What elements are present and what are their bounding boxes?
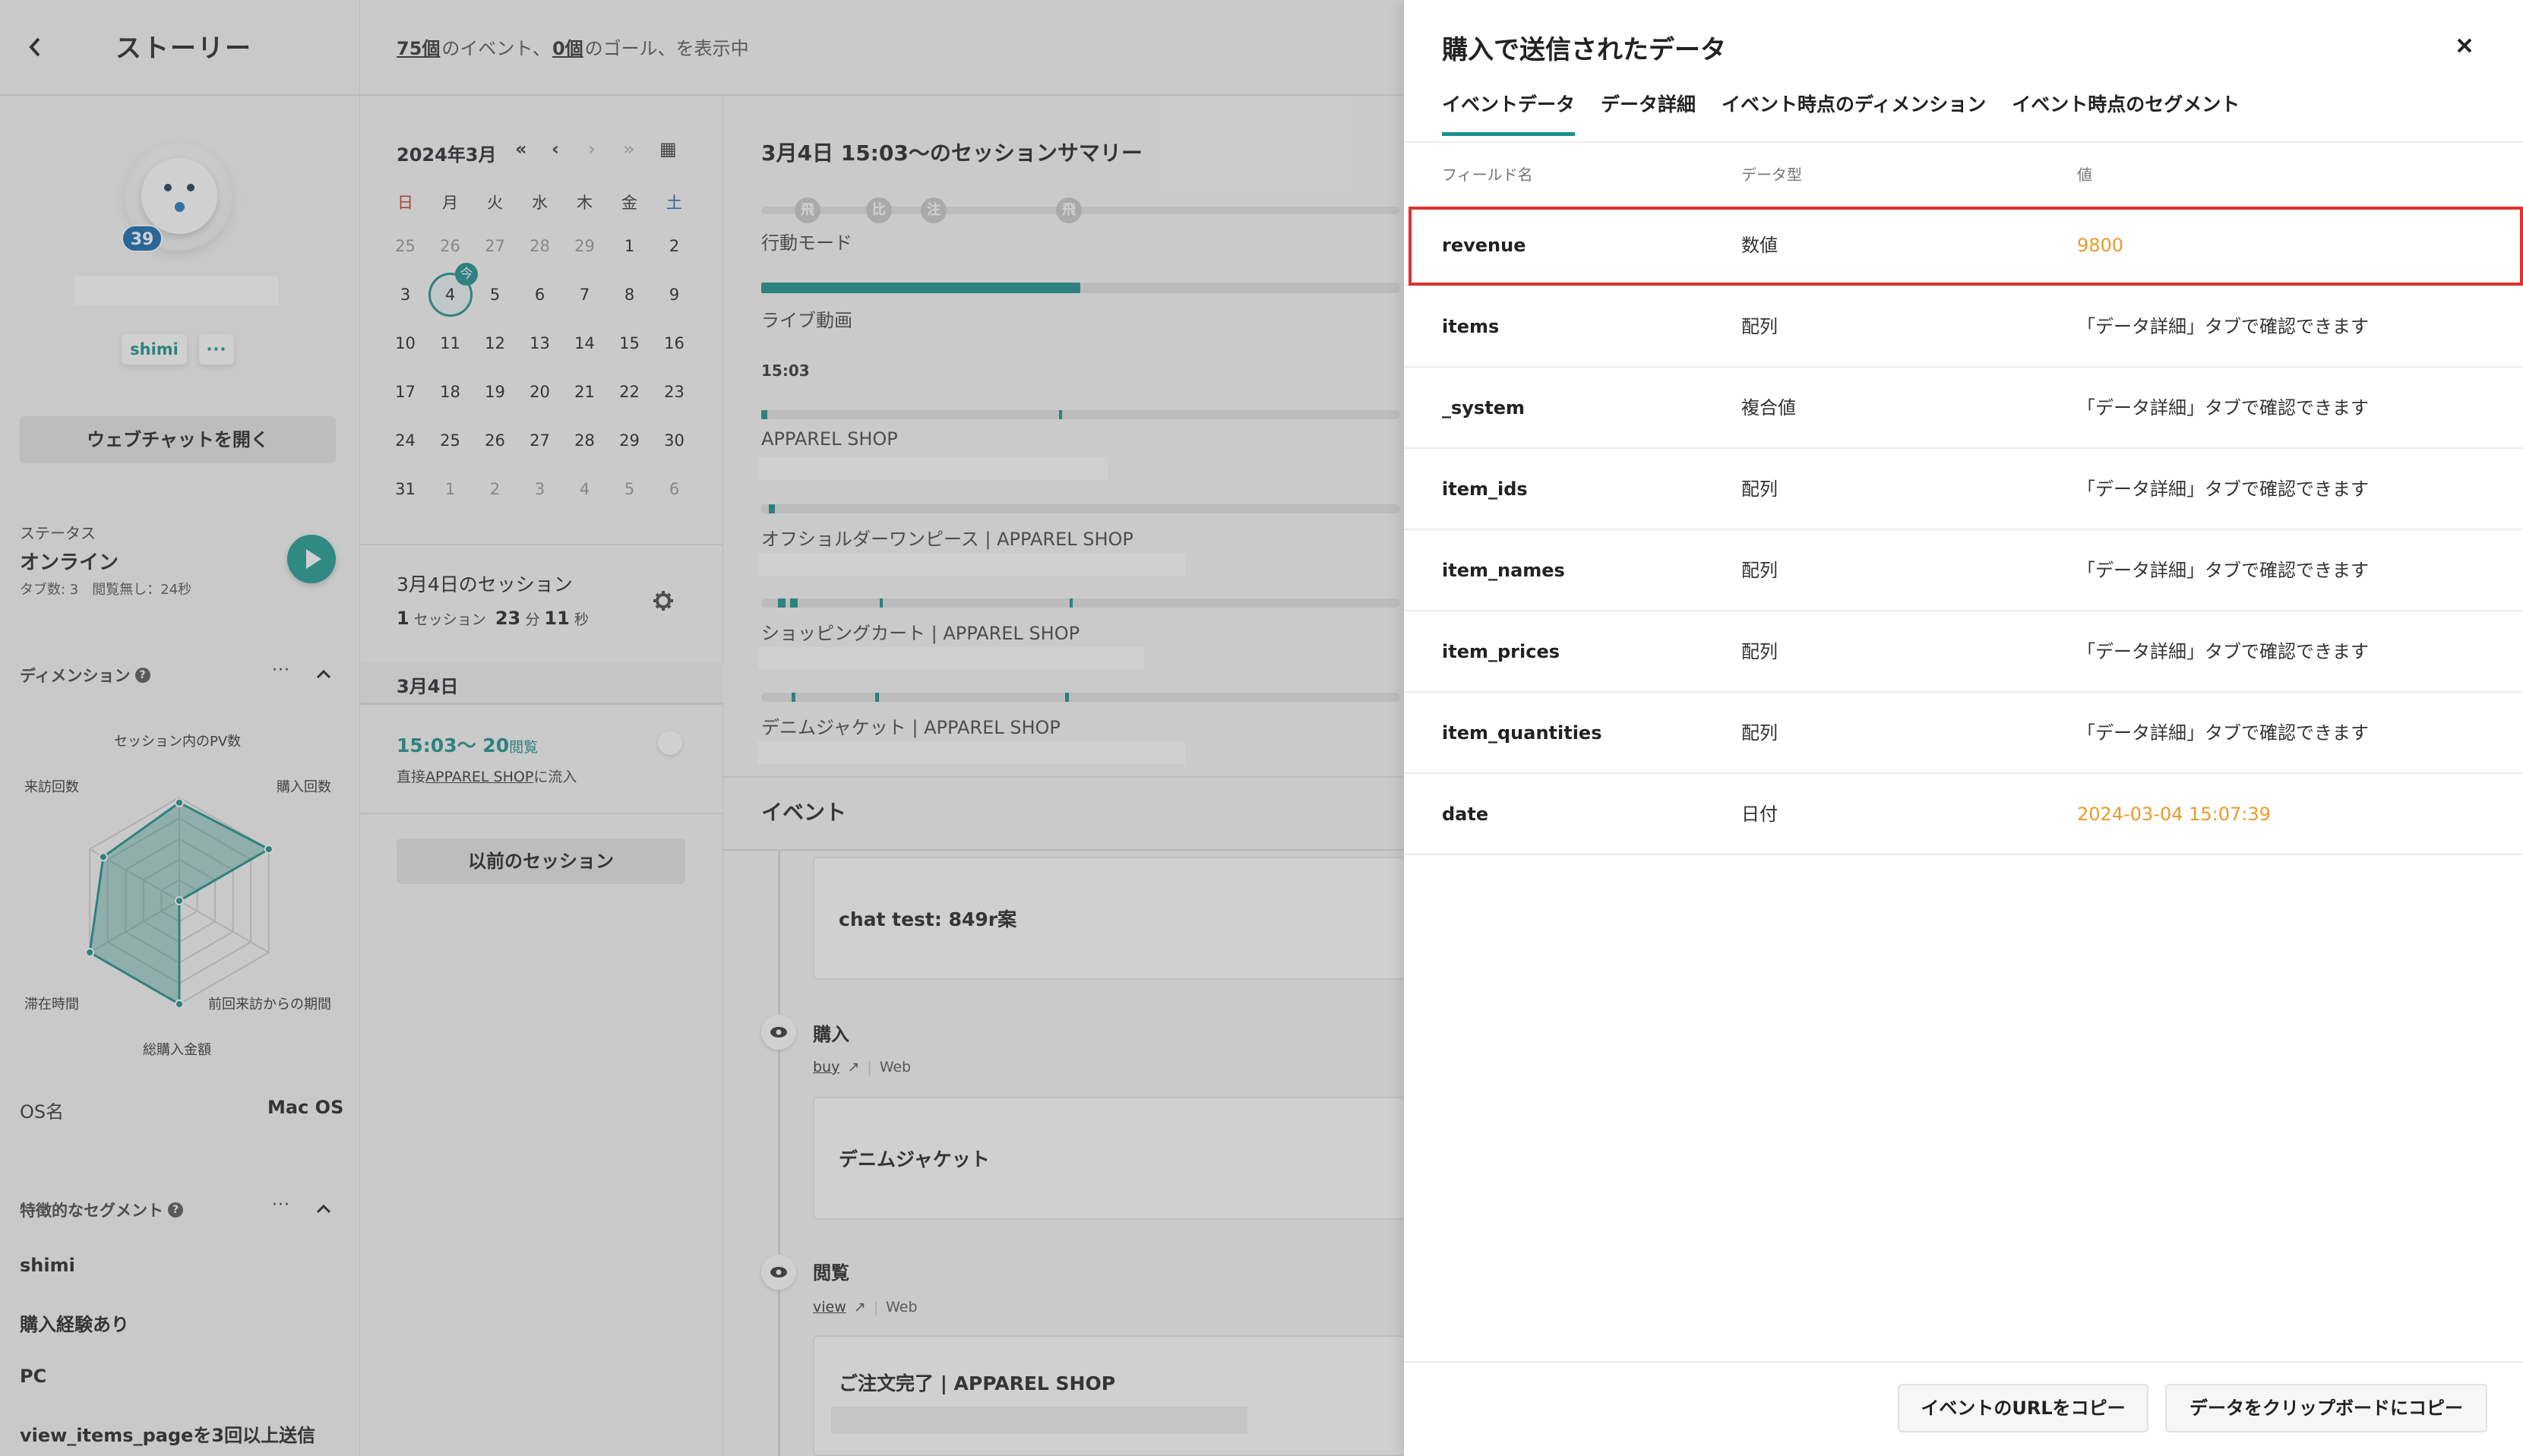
tabs-divider — [1404, 141, 2523, 143]
table-row: _system 複合値 「データ詳細」タブで確認できます — [1404, 368, 2523, 449]
field-type: 配列 — [1741, 316, 1778, 337]
panel-title: 購入で送信されたデータ — [1442, 35, 1726, 65]
highlight-box — [1409, 207, 2523, 286]
field-name: item_prices — [1442, 641, 1560, 662]
table-row: item_ids 配列 「データ詳細」タブで確認できます — [1404, 449, 2523, 530]
column-header-type: データ型 — [1741, 166, 1802, 184]
table-row: item_prices 配列 「データ詳細」タブで確認できます — [1404, 611, 2523, 693]
field-name: _system — [1442, 397, 1525, 418]
field-name: date — [1442, 804, 1489, 825]
field-type: 日付 — [1741, 804, 1778, 825]
field-value: 「データ詳細」タブで確認できます — [2077, 316, 2369, 337]
field-name: item_names — [1442, 560, 1565, 581]
table-row: date 日付 2024-03-04 15:07:39 — [1404, 774, 2523, 855]
field-value: 2024-03-04 15:07:39 — [2077, 804, 2271, 825]
field-name: item_ids — [1442, 478, 1528, 500]
tab-dimension[interactable]: イベント時点のディメンション — [1722, 90, 1986, 136]
field-value: 「データ詳細」タブで確認できます — [2077, 722, 2369, 744]
copy-data-button[interactable]: データをクリップボードにコピー — [2165, 1384, 2487, 1432]
column-header-value: 値 — [2077, 166, 2092, 184]
footer-divider — [1404, 1361, 2523, 1363]
panel-tabs: イベントデータ データ詳細 イベント時点のディメンション イベント時点のセグメン… — [1442, 90, 2240, 136]
table-row: items 配列 「データ詳細」タブで確認できます — [1404, 286, 2523, 368]
field-type: 配列 — [1741, 722, 1778, 744]
event-data-panel: 購入で送信されたデータ イベントデータ データ詳細 イベント時点のディメンション… — [1404, 0, 2523, 1456]
close-button[interactable] — [2449, 30, 2480, 61]
table-row: item_names 配列 「データ詳細」タブで確認できます — [1404, 530, 2523, 611]
field-name: item_quantities — [1442, 722, 1602, 744]
tab-data-detail[interactable]: データ詳細 — [1601, 90, 1696, 136]
field-value: 「データ詳細」タブで確認できます — [2077, 560, 2369, 581]
table-row: item_quantities 配列 「データ詳細」タブで確認できます — [1404, 693, 2523, 774]
column-header-field: フィールド名 — [1442, 166, 1533, 184]
modal-backdrop[interactable] — [0, 0, 1404, 1456]
field-value: 「データ詳細」タブで確認できます — [2077, 641, 2369, 662]
field-value: 「データ詳細」タブで確認できます — [2077, 478, 2369, 500]
field-name: items — [1442, 316, 1500, 337]
field-value: 「データ詳細」タブで確認できます — [2077, 397, 2369, 418]
field-type: 複合値 — [1741, 397, 1796, 418]
close-icon — [2457, 38, 2472, 53]
copy-event-url-button[interactable]: イベントのURLをコピー — [1898, 1384, 2148, 1432]
tab-segment[interactable]: イベント時点のセグメント — [2012, 90, 2240, 136]
field-type: 配列 — [1741, 478, 1778, 500]
tab-event-data[interactable]: イベントデータ — [1442, 90, 1576, 136]
field-type: 配列 — [1741, 641, 1778, 662]
field-type: 配列 — [1741, 560, 1778, 581]
